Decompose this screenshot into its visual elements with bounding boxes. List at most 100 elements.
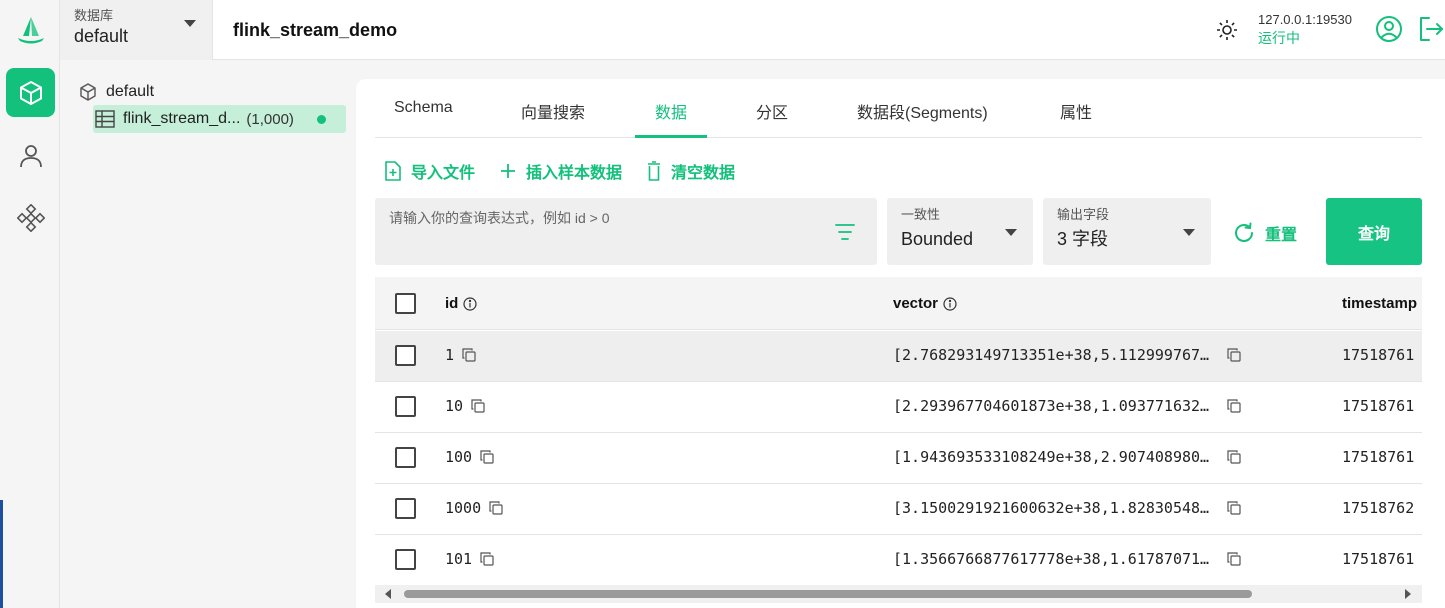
copy-icon[interactable] (1227, 399, 1241, 413)
import-file-button[interactable]: 导入文件 (384, 159, 475, 183)
nav-users[interactable] (6, 131, 55, 180)
scrollbar-thumb[interactable] (404, 590, 1252, 598)
reset-button[interactable]: 重置 (1233, 221, 1297, 245)
table-row[interactable]: 100 [1.943693533108249e+38,2.907408980… … (375, 433, 1422, 484)
tab-segments[interactable]: 数据段(Segments) (857, 99, 988, 138)
tab-partitions[interactable]: 分区 (756, 99, 788, 138)
row-checkbox[interactable] (395, 345, 416, 366)
tree-database-label: default (106, 83, 155, 100)
connection-info: 127.0.0.1:19530 运行中 (1258, 12, 1352, 48)
trash-icon (648, 161, 661, 181)
scroll-left-arrow[interactable] (385, 589, 391, 599)
cell-vector-value: [1.3566766877617778e+38,1.61787071… (893, 550, 1210, 568)
refresh-icon (1235, 222, 1253, 242)
row-checkbox[interactable] (395, 498, 416, 519)
nav-plugins[interactable] (6, 193, 55, 242)
query-button[interactable]: 查询 (1326, 198, 1422, 265)
cell-id: 101 (445, 550, 494, 568)
main-panel: Schema 向量搜索 数据 分区 数据段(Segments) 属性 导入文件 … (356, 79, 1445, 608)
collection-tree: default flink_stream_d... (1,000) (60, 60, 356, 608)
cell-timestamp: 17518761 (1342, 346, 1415, 364)
column-header-vector[interactable]: vector (893, 295, 957, 312)
tab-schema[interactable]: Schema (394, 99, 453, 138)
row-checkbox[interactable] (395, 549, 416, 570)
column-header-id[interactable]: id (445, 295, 477, 312)
theme-sun-icon[interactable] (1216, 19, 1238, 41)
top-header: flink_stream_demo 127.0.0.1:19530 运行中 (213, 0, 1445, 60)
cell-vector: [1.3566766877617778e+38,1.61787071… (893, 550, 1241, 568)
server-address: 127.0.0.1:19530 (1258, 12, 1352, 27)
window-edge (0, 500, 3, 608)
table-row[interactable]: 1000 [3.1500291921600632e+38,1.82830548…… (375, 484, 1422, 535)
cell-vector-value: [2.293967704601873e+38,1.093771632… (893, 397, 1210, 415)
database-selector[interactable]: 数据库 default (60, 0, 213, 60)
logo-icon[interactable] (15, 14, 47, 46)
copy-icon[interactable] (471, 399, 485, 413)
table-row[interactable]: 10 [2.293967704601873e+38,1.093771632… 1… (375, 382, 1422, 433)
file-add-icon (385, 161, 401, 181)
column-header-label: vector (893, 295, 939, 312)
copy-icon[interactable] (1227, 348, 1241, 362)
user-icon (19, 144, 42, 167)
tree-collection-node[interactable]: flink_stream_d... (1,000) (93, 105, 346, 133)
clear-data-label: 清空数据 (671, 165, 736, 182)
clear-data-button[interactable]: 清空数据 (646, 159, 735, 183)
cell-id-value: 1000 (445, 499, 482, 517)
row-checkbox[interactable] (395, 447, 416, 468)
row-checkbox[interactable] (395, 396, 416, 417)
cell-timestamp: 17518761 (1342, 550, 1415, 568)
copy-icon[interactable] (1227, 552, 1241, 566)
horizontal-scrollbar[interactable] (375, 585, 1422, 603)
tree-database-node[interactable]: default (78, 80, 154, 104)
user-circle-icon[interactable] (1374, 14, 1404, 44)
cell-id-value: 100 (445, 448, 473, 466)
cell-vector: [2.293967704601873e+38,1.093771632… (893, 397, 1241, 415)
table-row[interactable]: 101 [1.3566766877617778e+38,1.61787071… … (375, 535, 1422, 585)
plugins-icon (16, 203, 45, 232)
output-fields-select[interactable]: 输出字段 3 字段 (1043, 198, 1211, 265)
cell-timestamp: 17518761 (1342, 397, 1415, 415)
nav-collections[interactable] (6, 68, 55, 117)
cell-id-value: 10 (445, 397, 464, 415)
filter-icon[interactable] (835, 223, 855, 241)
tab-properties[interactable]: 属性 (1060, 99, 1092, 138)
data-table: id vector timestamp 1 [2.768293149713351… (375, 277, 1422, 585)
query-input[interactable] (389, 208, 819, 228)
cell-vector: [3.1500291921600632e+38,1.82830548… (893, 499, 1241, 517)
copy-icon[interactable] (489, 501, 503, 515)
collection-cube-icon (19, 80, 42, 105)
cell-id: 100 (445, 448, 494, 466)
import-file-label: 导入文件 (411, 165, 476, 182)
chevron-down-icon (1183, 229, 1195, 236)
logout-icon[interactable] (1416, 14, 1445, 44)
cell-vector: [2.768293149713351e+38,5.112999767… (893, 346, 1241, 364)
copy-icon[interactable] (480, 552, 494, 566)
copy-icon[interactable] (1227, 450, 1241, 464)
copy-icon[interactable] (462, 348, 476, 362)
cell-id: 1000 (445, 499, 503, 517)
copy-icon[interactable] (480, 450, 494, 464)
tree-collection-label: flink_stream_d... (123, 110, 241, 127)
insert-sample-button[interactable]: 插入样本数据 (499, 159, 622, 183)
chevron-down-icon (184, 20, 196, 27)
tab-bar: Schema 向量搜索 数据 分区 数据段(Segments) 属性 (375, 79, 1422, 138)
column-header-timestamp[interactable]: timestamp (1342, 295, 1417, 312)
insert-sample-label: 插入样本数据 (526, 165, 623, 182)
info-icon[interactable] (943, 296, 957, 311)
info-icon[interactable] (463, 296, 477, 311)
cell-timestamp: 17518762 (1342, 499, 1415, 517)
table-header: id vector timestamp (375, 277, 1422, 330)
table-icon (95, 110, 115, 128)
scroll-right-arrow[interactable] (1405, 589, 1411, 599)
tab-data[interactable]: 数据 (634, 99, 708, 138)
consistency-label: 一致性 (901, 207, 941, 222)
select-all-checkbox[interactable] (395, 293, 416, 314)
copy-icon[interactable] (1227, 501, 1241, 515)
database-cube-icon (80, 83, 96, 101)
tab-vector-search[interactable]: 向量搜索 (521, 99, 585, 138)
database-selector-value: default (74, 26, 129, 46)
consistency-select[interactable]: 一致性 Bounded (887, 198, 1033, 265)
table-row[interactable]: 1 [2.768293149713351e+38,5.112999767… 17… (375, 331, 1422, 382)
chevron-down-icon (1005, 229, 1017, 236)
tree-collection-count: (1,000) (246, 110, 294, 128)
